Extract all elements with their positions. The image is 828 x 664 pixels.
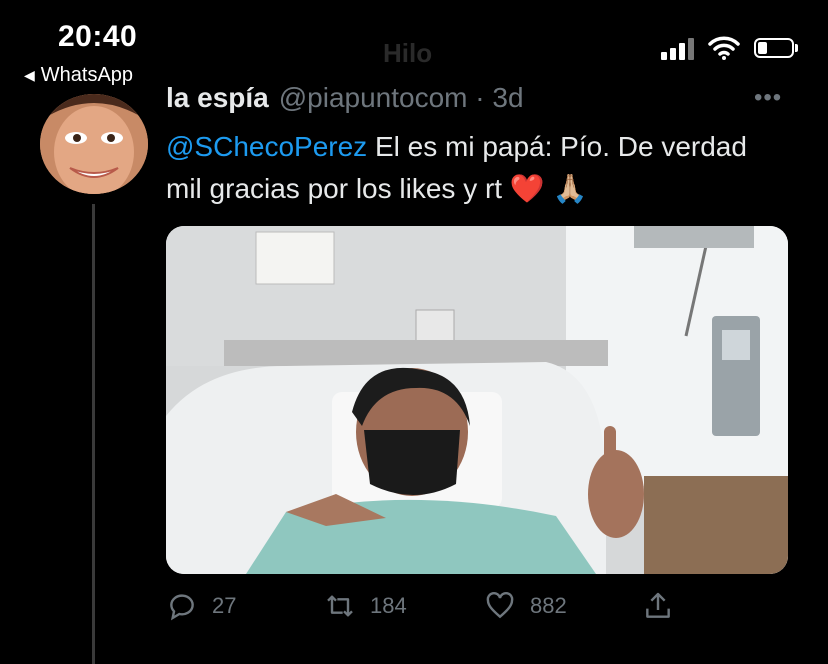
reply-button[interactable]: 27 (166, 590, 236, 622)
display-name[interactable]: la espía (166, 82, 269, 114)
tweet-text: @SChecoPerez El es mi papá: Pío. De verd… (166, 126, 766, 210)
system-icons (661, 36, 798, 60)
status-bar: 20:40 Hilo ◀ WhatsApp (0, 0, 828, 95)
tweet-emoji: ❤️ 🙏🏼 (509, 173, 588, 204)
retweet-count: 184 (370, 593, 407, 618)
avatar[interactable] (40, 94, 148, 194)
thread-line (92, 204, 95, 664)
mention-link[interactable]: @SChecoPerez (166, 131, 367, 162)
tweet-actions: 27 184 882 (166, 590, 686, 630)
reply-icon (170, 594, 194, 621)
retweet-icon (327, 595, 353, 617)
battery-icon (754, 38, 798, 58)
reply-count: 27 (212, 593, 237, 618)
signal-icon (661, 36, 694, 60)
back-to-app-button[interactable]: ◀ WhatsApp (24, 64, 133, 87)
like-icon (486, 592, 514, 619)
wifi-icon (708, 36, 740, 60)
more-icon[interactable]: ••• (754, 84, 782, 112)
like-button[interactable]: 882 (484, 590, 567, 622)
clock: 20:40 (58, 20, 138, 53)
back-app-label: WhatsApp (40, 64, 134, 86)
back-arrow-icon: ◀ (24, 67, 35, 83)
share-icon (646, 592, 670, 618)
retweet-button[interactable]: 184 (324, 590, 407, 622)
tweet-photo[interactable] (166, 226, 788, 574)
tweet-header: la espía @piapuntocom · 3d (166, 82, 524, 114)
share-button[interactable] (642, 590, 674, 622)
screen-title: Hilo (383, 38, 433, 68)
like-count: 882 (530, 593, 567, 618)
handle-and-time: @piapuntocom · 3d (278, 82, 524, 113)
